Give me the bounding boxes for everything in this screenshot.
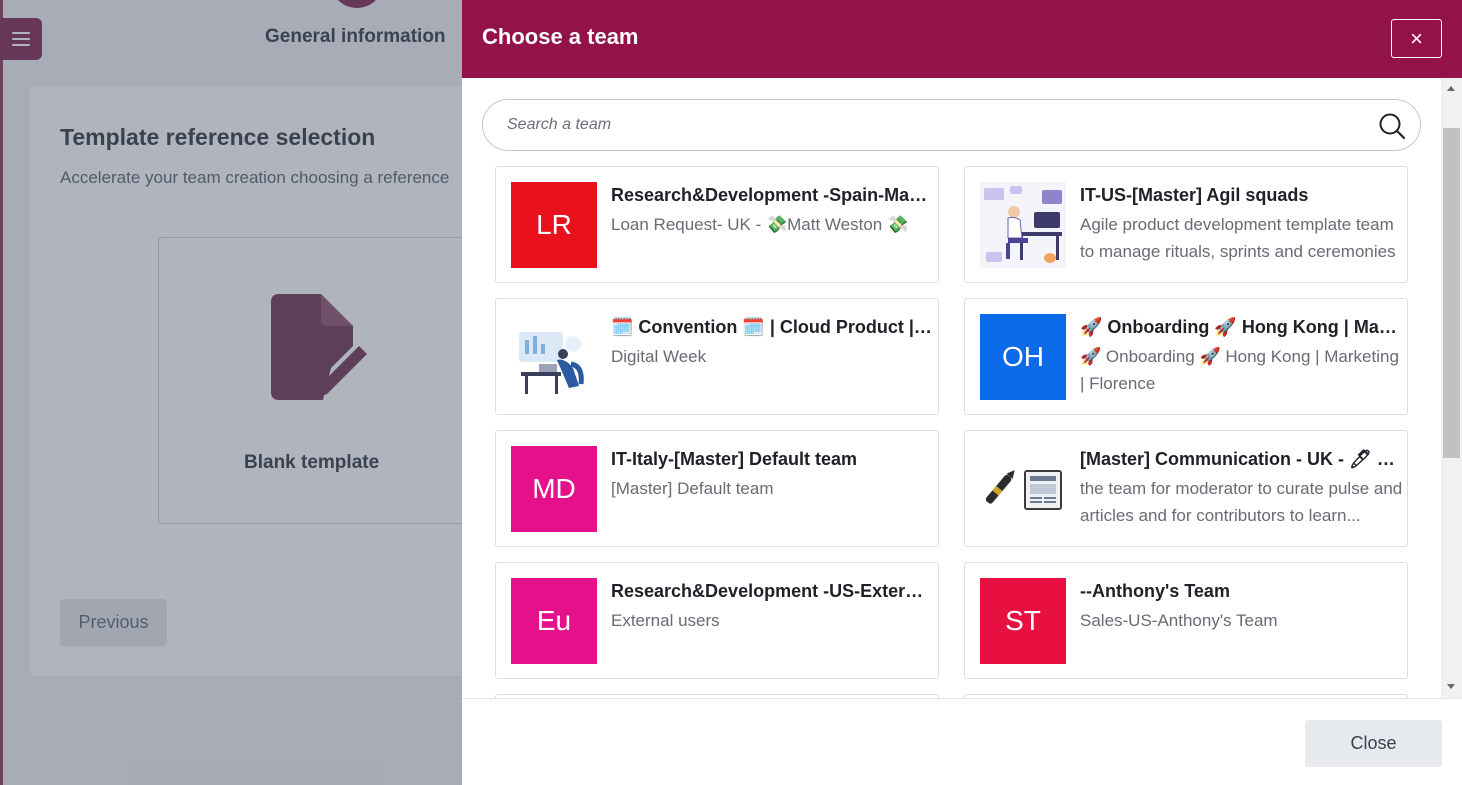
search-input[interactable]	[507, 110, 1367, 140]
team-description: the team for moderator to curate pulse a…	[1080, 479, 1403, 525]
pen-newspaper-illustration	[985, 470, 1062, 510]
team-title: IT-US-[Master] Agil squads	[1080, 185, 1309, 205]
scrollbar[interactable]	[1441, 78, 1462, 698]
team-avatar: LR	[511, 182, 597, 268]
team-title: [Master] Communication - UK - 🖊 Communic…	[1080, 449, 1402, 469]
scroll-up-arrow-icon[interactable]	[1447, 86, 1455, 91]
drawer-title: Choose a team	[482, 24, 639, 49]
search-box	[482, 99, 1421, 151]
team-card[interactable]: MD IT-Italy-[Master] Default team [Maste…	[495, 430, 939, 547]
team-description: Sales-US-Anthony's Team	[1080, 611, 1278, 630]
team-image	[980, 446, 1066, 532]
team-card[interactable]: [Master] Communication - UK - 🖊 Communic…	[964, 430, 1408, 547]
office-desk-illustration	[984, 186, 1062, 263]
modal-overlay[interactable]	[0, 0, 462, 785]
team-description: 🚀 Onboarding 🚀 Hong Kong | Marketing | F…	[1080, 347, 1399, 393]
close-x-button[interactable]: ×	[1391, 19, 1442, 58]
person-laptop-illustration	[519, 332, 584, 394]
team-card[interactable]: ST --Anthony's Team Sales-US-Anthony's T…	[964, 562, 1408, 679]
team-title: Research&Development -Spain-Matt Weston	[611, 185, 933, 205]
team-description: Loan Request- UK - 💸Matt Weston 💸	[611, 215, 909, 234]
team-card[interactable]: OH 🚀 Onboarding 🚀 Hong Kong | Marketing …	[964, 298, 1408, 415]
team-description: [Master] Default team	[611, 479, 774, 498]
team-description: Agile product development template team …	[1080, 215, 1396, 261]
drawer-footer: Close	[462, 698, 1462, 785]
choose-team-drawer: Choose a team × LR Research&Development …	[462, 0, 1462, 785]
team-card[interactable]: LR Research&Development -Spain-Matt West…	[495, 166, 939, 283]
team-card[interactable]: IT-US-[Master] Agil squads Agile product…	[964, 166, 1408, 283]
drawer-body: LR Research&Development -Spain-Matt West…	[462, 78, 1462, 698]
team-title: Research&Development -US-External users	[611, 581, 933, 601]
scroll-down-arrow-icon[interactable]	[1447, 684, 1455, 689]
team-title: IT-Italy-[Master] Default team	[611, 449, 858, 469]
team-description: External users	[611, 611, 720, 630]
team-avatar: ST	[980, 578, 1066, 664]
team-image	[980, 182, 1066, 268]
team-title: --Anthony's Team	[1080, 581, 1230, 601]
search-icon[interactable]	[1378, 112, 1406, 140]
team-avatar: MD	[511, 446, 597, 532]
scroll-thumb[interactable]	[1443, 128, 1460, 458]
team-title: 🗓️ Convention 🗓️ | Cloud Product | Digit…	[611, 317, 933, 337]
team-card[interactable]: 🗓️ Convention 🗓️ | Cloud Product | Digit…	[495, 298, 939, 415]
team-avatar: Eu	[511, 578, 597, 664]
close-button[interactable]: Close	[1305, 720, 1442, 767]
team-image	[511, 314, 597, 400]
team-title: 🚀 Onboarding 🚀 Hong Kong | Marketing | F…	[1080, 317, 1402, 337]
team-card[interactable]: Eu Research&Development -US-External use…	[495, 562, 939, 679]
drawer-header: Choose a team ×	[462, 0, 1462, 78]
team-avatar: OH	[980, 314, 1066, 400]
team-description: Digital Week	[611, 347, 707, 366]
